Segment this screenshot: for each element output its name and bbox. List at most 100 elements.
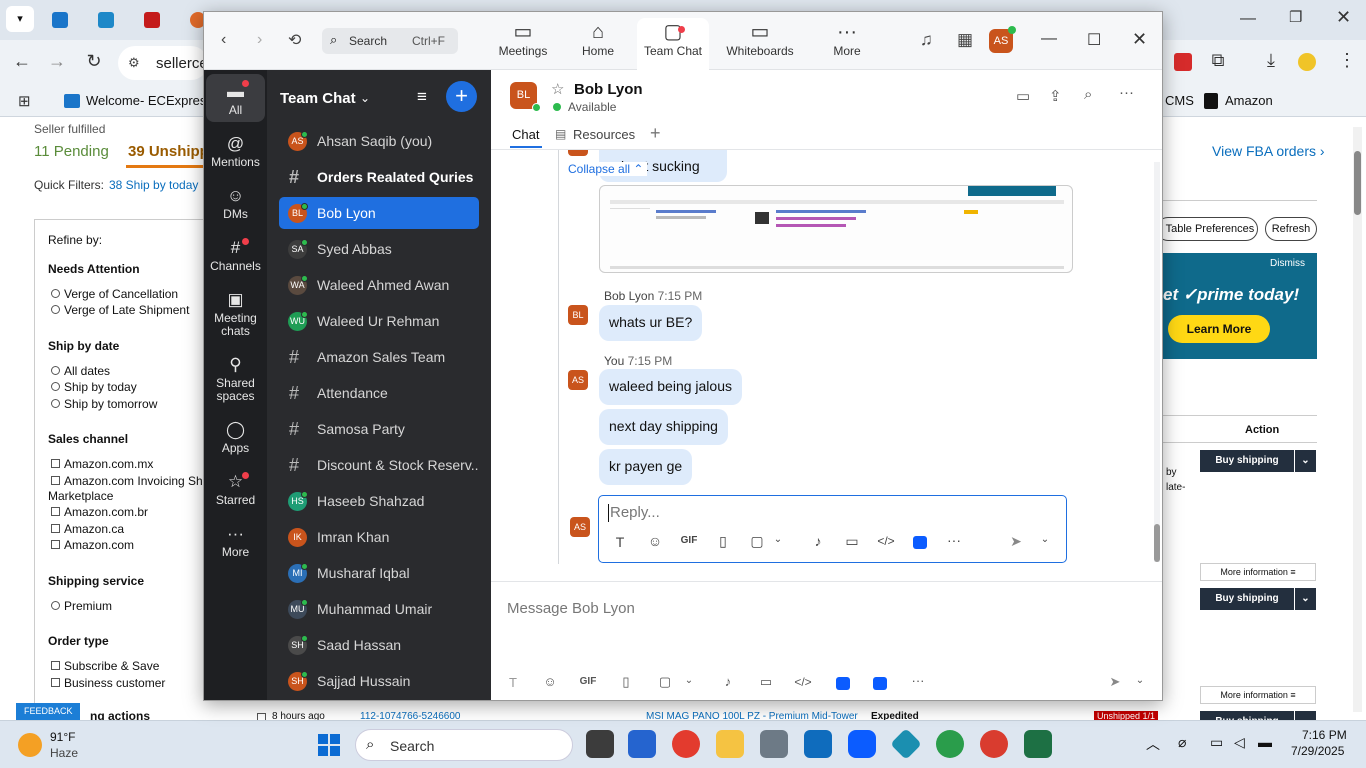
- chevron-down-icon[interactable]: ⌄: [360, 91, 370, 105]
- video-message-icon[interactable]: ▭: [842, 533, 862, 550]
- channel-item[interactable]: # Orders Realated Quries: [279, 161, 479, 193]
- rail-starred[interactable]: ☆ Starred: [206, 470, 265, 507]
- contact-item[interactable]: IK Imran Khan: [279, 521, 479, 553]
- forward-icon[interactable]: →: [45, 51, 69, 72]
- learn-more-button[interactable]: Learn More: [1168, 315, 1270, 343]
- chevron-down-icon[interactable]: ⌄: [768, 534, 788, 545]
- zoom-icon[interactable]: [848, 730, 876, 758]
- maximize-icon[interactable]: ☐: [1087, 30, 1101, 50]
- dismiss-link[interactable]: Dismiss: [1270, 258, 1305, 269]
- code-icon[interactable]: </>: [876, 534, 896, 548]
- contact-item[interactable]: SA Syed Abbas: [279, 233, 479, 265]
- com-checkbox[interactable]: [51, 540, 60, 549]
- contact-item[interactable]: WU Waleed Ur Rehman: [279, 305, 479, 337]
- rail-dms[interactable]: ☺ DMs: [206, 184, 265, 221]
- row-checkbox[interactable]: [257, 713, 266, 720]
- channel-item[interactable]: # Samosa Party: [279, 413, 479, 445]
- feedback-button[interactable]: FEEDBACK ✕: [16, 703, 80, 720]
- channel-item[interactable]: # Amazon Sales Team: [279, 341, 479, 373]
- bookmark-amazon[interactable]: Amazon: [1225, 93, 1273, 108]
- chrome-profile-icon[interactable]: [936, 730, 964, 758]
- contact-item[interactable]: SH Sajjad Hussain: [279, 665, 479, 697]
- rail-more[interactable]: ··· More: [206, 522, 265, 559]
- back-icon[interactable]: ←: [10, 51, 34, 72]
- profile-avatar[interactable]: [1298, 53, 1316, 71]
- tab-team-chat[interactable]: ▢ Team Chat: [637, 18, 709, 70]
- weather-desc[interactable]: Haze: [50, 746, 78, 760]
- bookmark-welcome[interactable]: Welcome- ECExpres: [86, 93, 206, 108]
- volume-icon[interactable]: ◁: [1234, 734, 1245, 751]
- chevron-down-icon[interactable]: ⌄: [1035, 534, 1055, 545]
- buy-shipping-dropdown[interactable]: ⌄: [1295, 450, 1316, 472]
- emoji-icon[interactable]: ☺: [645, 533, 665, 549]
- row-product[interactable]: MSI MAG PANO 100L PZ - Premium Mid-Tower: [646, 711, 858, 720]
- message-bubble[interactable]: next day shipping: [599, 409, 728, 445]
- gif-icon[interactable]: GIF: [576, 676, 600, 687]
- buy-shipping-button[interactable]: Buy shipping: [1200, 588, 1294, 610]
- ship-tomorrow-radio[interactable]: [51, 399, 60, 408]
- browser-menu-icon[interactable]: ⋮: [1335, 50, 1359, 71]
- ca-checkbox[interactable]: [51, 524, 60, 533]
- buy-shipping-dropdown[interactable]: ⌄: [1295, 711, 1316, 720]
- extensions-icon[interactable]: ⧉: [1206, 50, 1230, 71]
- rail-apps[interactable]: ◯ Apps: [206, 418, 265, 455]
- close-icon[interactable]: ✕: [1132, 29, 1147, 50]
- format-text-icon[interactable]: T: [610, 534, 630, 550]
- file-icon[interactable]: ▯: [713, 533, 733, 550]
- search-icon[interactable]: ⌕: [1084, 86, 1092, 103]
- chevron-down-icon[interactable]: ⌄: [679, 675, 699, 686]
- address-bar[interactable]: ⚙ sellerce: [118, 46, 208, 80]
- emoji-icon[interactable]: ☺: [540, 674, 560, 689]
- bookmark-cms[interactable]: CMS: [1165, 93, 1194, 108]
- message-bubble[interactable]: waleed being jalous: [599, 369, 742, 405]
- invoicing-checkbox[interactable]: [51, 476, 60, 485]
- all-dates-radio[interactable]: [51, 366, 60, 375]
- weather-icon[interactable]: [18, 733, 42, 757]
- channel-item[interactable]: # Discount & Stock Reserv...: [279, 449, 479, 481]
- tab-favicon[interactable]: [98, 12, 114, 28]
- chat-scrollbar[interactable]: [1154, 162, 1160, 562]
- quick-filter-ship-today[interactable]: 38 Ship by today: [109, 178, 198, 192]
- table-preferences-button[interactable]: t Table Preferences: [1156, 217, 1258, 241]
- more-icon[interactable]: ···: [908, 673, 928, 688]
- contact-item[interactable]: HS Haseeb Shahzad: [279, 485, 479, 517]
- share-screen-icon[interactable]: ⇪: [1049, 87, 1062, 105]
- ec-favicon[interactable]: [52, 12, 68, 28]
- message-avatar[interactable]: AS: [568, 370, 588, 390]
- filter-icon[interactable]: ≡: [417, 87, 427, 107]
- clock-date[interactable]: 7/29/2025: [1291, 744, 1344, 758]
- browser-restore-icon[interactable]: ❐: [1289, 8, 1302, 26]
- video-call-icon[interactable]: ▭: [1016, 87, 1030, 105]
- tab-menu-button[interactable]: ▾: [6, 6, 34, 32]
- back-icon[interactable]: ‹: [221, 31, 226, 49]
- apps-grid-icon[interactable]: ⊞: [18, 92, 31, 110]
- new-chat-button[interactable]: +: [446, 81, 477, 112]
- history-icon[interactable]: ⟲: [288, 30, 301, 50]
- zoom-search-box[interactable]: ⌕ Search Ctrl+F: [322, 28, 458, 54]
- tab-more[interactable]: ··· More: [811, 18, 883, 70]
- verge-late-radio[interactable]: [51, 305, 60, 314]
- weather-temp[interactable]: 91°F: [50, 730, 75, 744]
- more-info-button[interactable]: More information ≡: [1200, 686, 1316, 704]
- network-icon[interactable]: ⌀: [1178, 734, 1186, 751]
- tab-whiteboards[interactable]: ▭ Whiteboards: [720, 18, 800, 70]
- row-order-id[interactable]: 112-1074766-5246600: [360, 711, 460, 720]
- excel-icon[interactable]: [1024, 730, 1052, 758]
- tab-home[interactable]: ⌂ Home: [562, 18, 634, 70]
- screenshot-icon[interactable]: ▢: [655, 674, 675, 690]
- file-explorer-icon[interactable]: [716, 730, 744, 758]
- file-icon[interactable]: ▯: [616, 674, 636, 690]
- reload-icon[interactable]: ↻: [82, 51, 106, 72]
- app-icon[interactable]: [873, 677, 887, 690]
- chrome-profile-icon[interactable]: [980, 730, 1008, 758]
- rail-all[interactable]: ▬ All: [206, 74, 265, 122]
- gif-icon[interactable]: GIF: [677, 535, 701, 546]
- page-scrollbar[interactable]: [1353, 127, 1362, 712]
- tab-favicon[interactable]: [144, 12, 160, 28]
- app-icon[interactable]: [913, 536, 927, 549]
- more-icon[interactable]: ···: [944, 532, 964, 548]
- star-icon[interactable]: ☆: [551, 80, 564, 98]
- page-scrollbar-thumb[interactable]: [1354, 151, 1361, 215]
- browser-minimize-icon[interactable]: —: [1240, 10, 1256, 28]
- app-icon[interactable]: [836, 677, 850, 690]
